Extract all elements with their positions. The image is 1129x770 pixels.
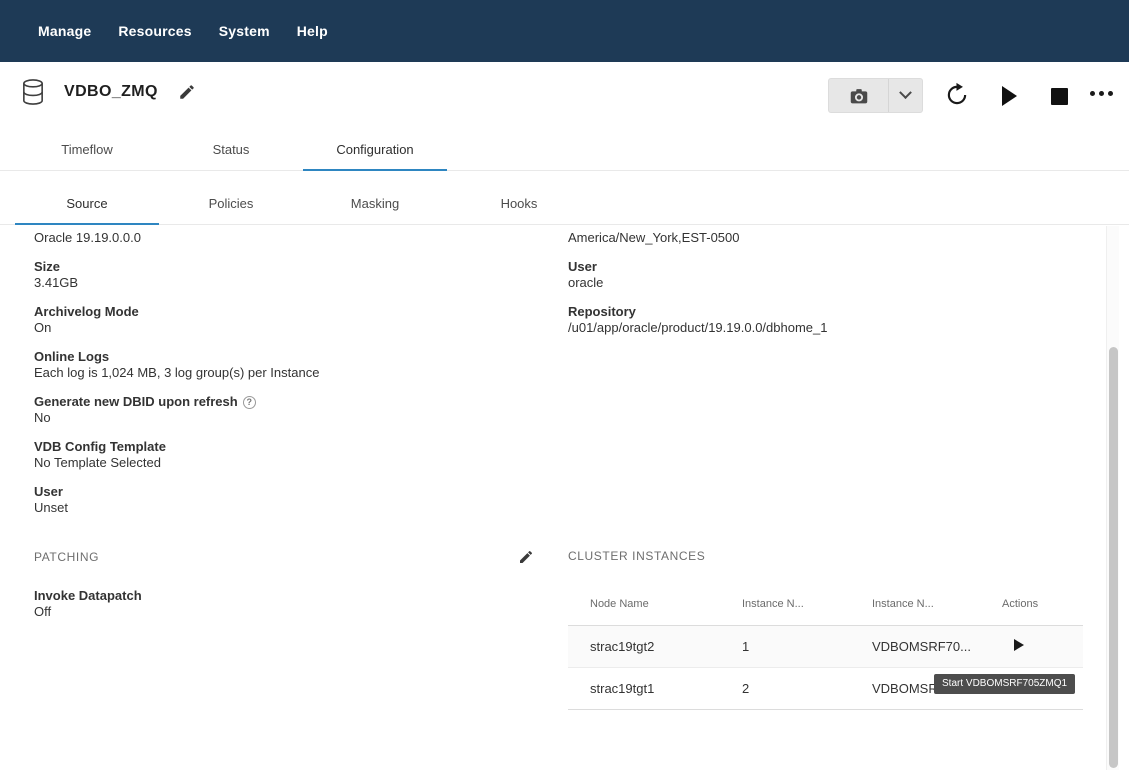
more-actions-button[interactable] (1084, 84, 1118, 102)
cluster-instances-section: CLUSTER INSTANCES Node Name Instance N..… (568, 549, 1083, 710)
detail-field: User oracle (568, 259, 1083, 291)
tab-timeflow[interactable]: Timeflow (15, 129, 159, 170)
field-value: /u01/app/oracle/product/19.19.0.0/dbhome… (568, 320, 1083, 336)
field-label: Invoke Datapatch (34, 588, 534, 604)
cell-instance-name: VDBOMSRF70... (850, 639, 980, 654)
field-value: oracle (568, 275, 1083, 291)
start-vdb-button[interactable] (995, 83, 1023, 109)
cell-node-name: strac19tgt2 (568, 639, 720, 654)
edit-title-pencil-icon[interactable] (178, 83, 196, 101)
start-instance-tooltip: Start VDBOMSRF705ZMQ1 (934, 674, 1075, 694)
cluster-instances-title: CLUSTER INSTANCES (568, 549, 1083, 563)
play-icon (1002, 86, 1017, 106)
field-value: No (34, 410, 534, 426)
cell-instance-number: 2 (720, 681, 850, 696)
help-icon[interactable]: ? (243, 396, 256, 409)
snapshot-button[interactable] (828, 78, 923, 113)
configuration-subtabs: Source Policies Masking Hooks (0, 182, 1129, 225)
tab-configuration[interactable]: Configuration (303, 129, 447, 170)
nav-help[interactable]: Help (297, 23, 328, 39)
detail-field: America/New_York,EST-0500 (568, 230, 1083, 246)
field-value: Each log is 1,024 MB, 3 log group(s) per… (34, 365, 534, 381)
detail-field: Oracle 19.19.0.0.0 (34, 230, 534, 246)
scrollbar-thumb[interactable] (1109, 347, 1118, 768)
field-label: VDB Config Template (34, 439, 534, 455)
ellipsis-icon (1108, 91, 1113, 96)
stop-icon (1051, 88, 1068, 105)
column-header-instance-number: Instance N... (720, 598, 850, 610)
stop-vdb-button[interactable] (1046, 83, 1072, 109)
detail-field: Size 3.41GB (34, 259, 534, 291)
page-title: VDBO_ZMQ (64, 83, 158, 101)
field-label: User (34, 484, 534, 500)
field-label: Repository (568, 304, 1083, 320)
field-value: No Template Selected (34, 455, 534, 471)
refresh-icon (944, 82, 970, 111)
field-value: America/New_York,EST-0500 (568, 230, 1083, 246)
tab-status[interactable]: Status (159, 129, 303, 170)
camera-icon (829, 79, 888, 112)
column-header-instance-name: Instance N... (850, 598, 980, 610)
vertical-scrollbar[interactable] (1106, 226, 1119, 770)
table-row[interactable]: strac19tgt2 1 VDBOMSRF70... (568, 626, 1083, 668)
nav-system[interactable]: System (219, 23, 270, 39)
column-header-actions: Actions (980, 598, 1083, 610)
detail-field: Repository /u01/app/oracle/product/19.19… (568, 304, 1083, 336)
field-label: Archivelog Mode (34, 304, 534, 320)
subtab-source[interactable]: Source (15, 182, 159, 224)
snapshot-dropdown-button[interactable] (888, 79, 922, 112)
start-instance-button[interactable] (1014, 639, 1024, 651)
source-details-left-column: Oracle 19.19.0.0.0 Size 3.41GB Archivelo… (34, 230, 534, 529)
top-navigation: Manage Resources System Help (0, 0, 1129, 62)
field-value: Oracle 19.19.0.0.0 (34, 230, 534, 246)
source-details-right-column: America/New_York,EST-0500 User oracle Re… (568, 230, 1083, 349)
field-label: Generate new DBID upon refresh? (34, 394, 534, 410)
patching-section: PATCHING Invoke Datapatch Off (34, 549, 534, 633)
field-label: Size (34, 259, 534, 275)
field-value: On (34, 320, 534, 336)
detail-field: VDB Config Template No Template Selected (34, 439, 534, 471)
app-window: Manage Resources System Help VDBO_ZMQ (0, 0, 1129, 770)
table-header-row: Node Name Instance N... Instance N... Ac… (568, 582, 1083, 626)
page-header: VDBO_ZMQ (20, 78, 196, 106)
play-icon (1014, 639, 1024, 651)
field-value: Unset (34, 500, 534, 516)
column-header-node-name: Node Name (568, 598, 720, 610)
chevron-down-icon (899, 86, 912, 99)
patching-title: PATCHING (34, 550, 99, 564)
nav-manage[interactable]: Manage (38, 23, 91, 39)
detail-field: Generate new DBID upon refresh? No (34, 394, 534, 426)
detail-field: Online Logs Each log is 1,024 MB, 3 log … (34, 349, 534, 381)
edit-patching-pencil-icon[interactable] (518, 549, 534, 565)
ellipsis-icon (1090, 91, 1095, 96)
detail-field: Archivelog Mode On (34, 304, 534, 336)
ellipsis-icon (1099, 91, 1104, 96)
subtab-masking[interactable]: Masking (303, 182, 447, 224)
refresh-button[interactable] (942, 81, 972, 111)
detail-field: Invoke Datapatch Off (34, 588, 534, 620)
cell-instance-number: 1 (720, 639, 850, 654)
nav-resources[interactable]: Resources (118, 23, 191, 39)
database-icon (20, 78, 46, 106)
cell-node-name: strac19tgt1 (568, 681, 720, 696)
field-value: 3.41GB (34, 275, 534, 291)
detail-field: User Unset (34, 484, 534, 516)
source-panel: Oracle 19.19.0.0.0 Size 3.41GB Archivelo… (0, 226, 1106, 770)
subtab-hooks[interactable]: Hooks (447, 182, 591, 224)
subtab-policies[interactable]: Policies (159, 182, 303, 224)
main-tabs: Timeflow Status Configuration (0, 129, 1129, 171)
field-label: User (568, 259, 1083, 275)
field-value: Off (34, 604, 534, 620)
field-label: Online Logs (34, 349, 534, 365)
